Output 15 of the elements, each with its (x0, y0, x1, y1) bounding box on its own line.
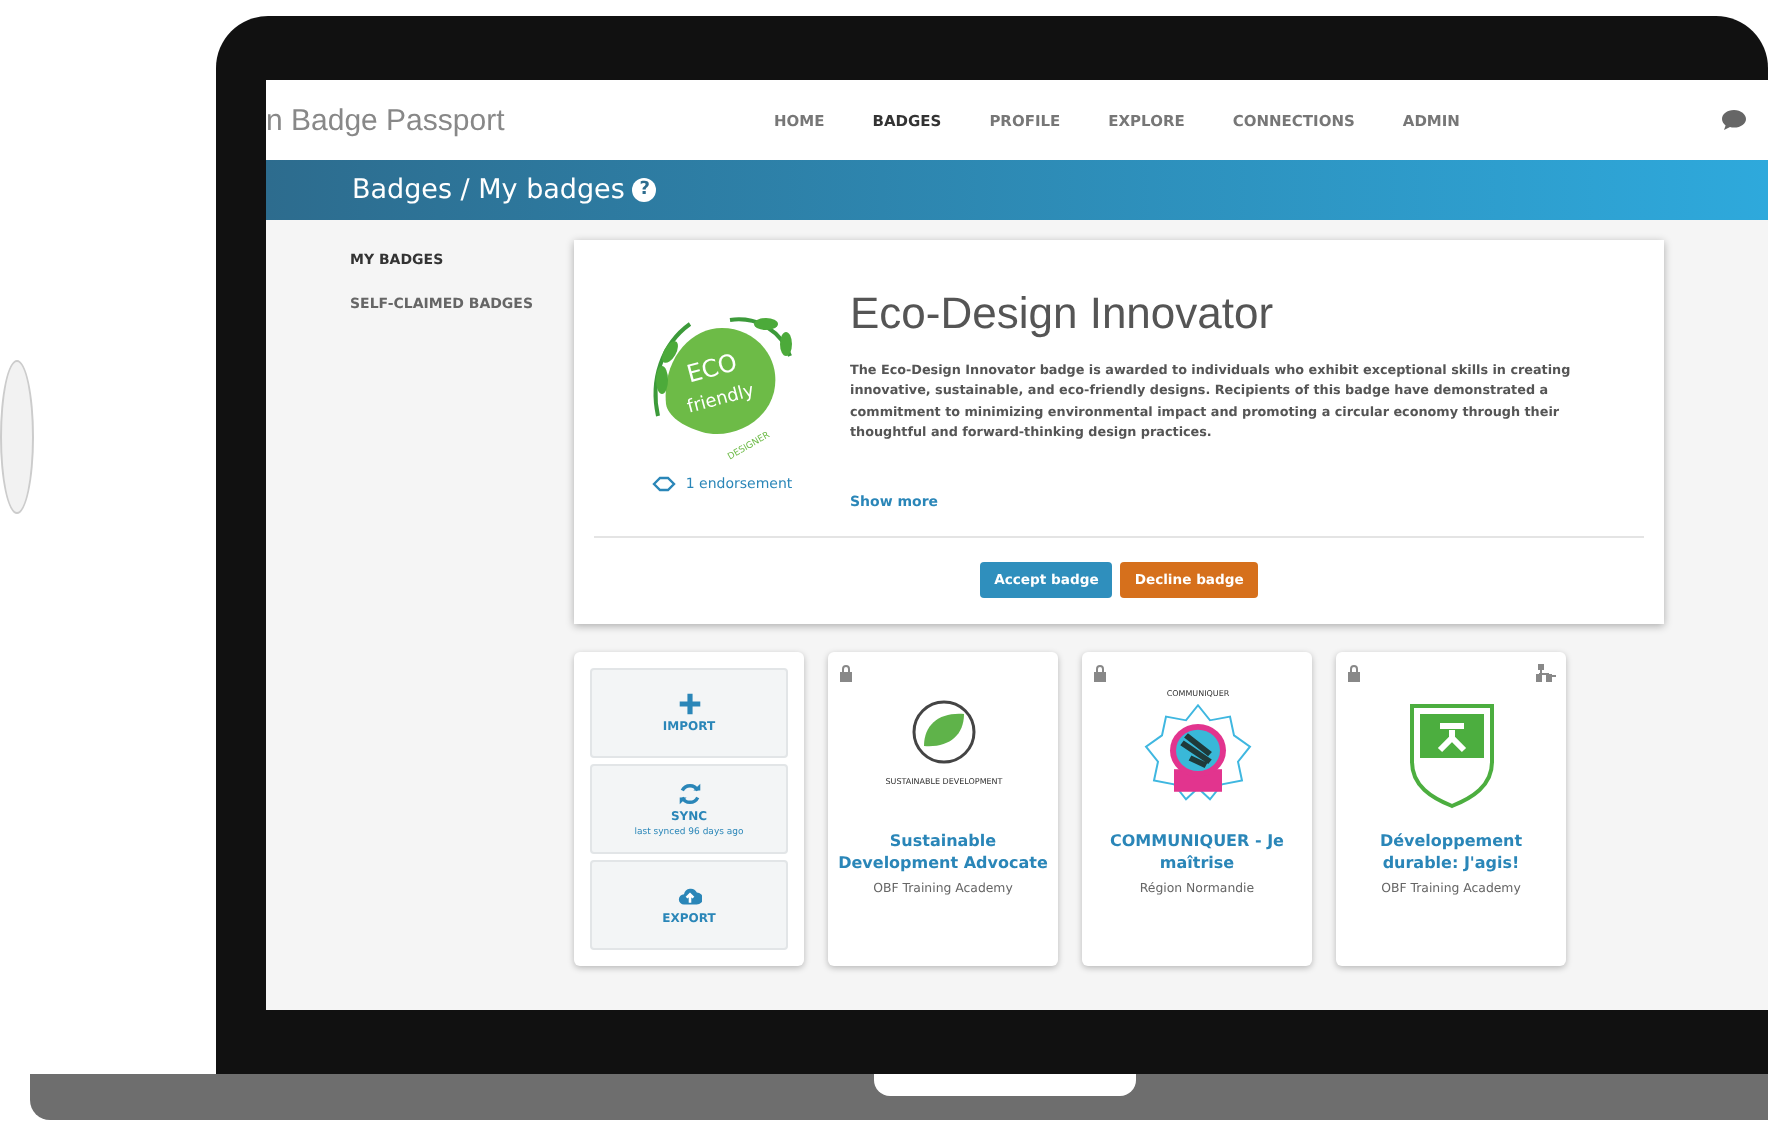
lock-icon (1346, 664, 1362, 682)
badge-name[interactable]: COMMUNIQUER - Je maîtrise (1092, 830, 1302, 874)
badge-name: Eco-Design Innovator (850, 288, 1276, 340)
site-title: n Badge Passport (266, 103, 507, 137)
badge-name[interactable]: Sustainable Development Advocate (838, 830, 1048, 874)
chat-icon (1720, 108, 1748, 132)
lock-icon (1092, 664, 1108, 682)
network-icon (1536, 664, 1556, 682)
plus-icon (677, 692, 701, 716)
help-button[interactable]: ? (632, 178, 657, 202)
page-title: Badges / My badges (352, 174, 625, 206)
lock-icon (838, 664, 854, 682)
badge-name[interactable]: Développement durable: J'agis! (1346, 830, 1556, 874)
sync-icon (677, 781, 701, 805)
cloud-upload-icon (677, 884, 701, 908)
